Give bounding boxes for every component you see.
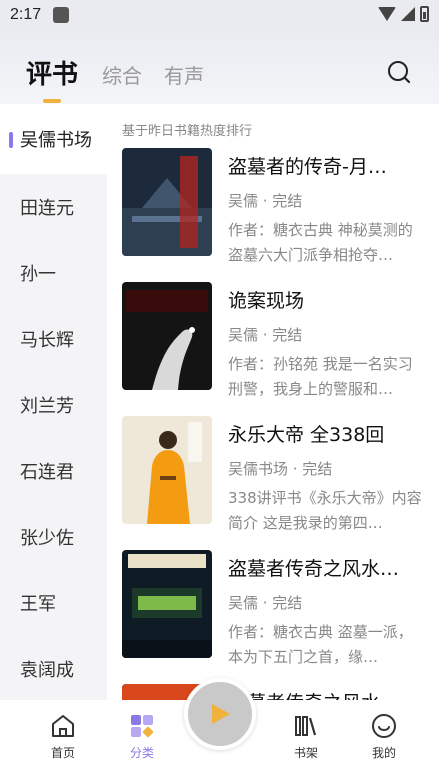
- book-description: 作者：糖衣古典 盗墓一派，本为下五门之首，缘…: [228, 623, 413, 666]
- sidebar-item-label: 王军: [20, 594, 56, 615]
- book-meta: 吴儒 · 完结: [228, 192, 303, 210]
- nav-label: 书架: [293, 746, 318, 760]
- sidebar-item-ma-changhui[interactable]: 马长辉: [0, 306, 107, 372]
- sidebar-item-label: 刘兰芳: [20, 396, 74, 417]
- search-icon: [388, 61, 411, 84]
- status-bar: 2:17: [0, 0, 439, 30]
- book-list-panel: 基于昨日书籍热度排行 盗墓者的传奇-月… 吴儒 · 完结 作者：糖衣古典 神秘莫…: [107, 104, 439, 700]
- play-button[interactable]: [184, 678, 256, 750]
- category-tabs: 评书 综合 有声: [26, 54, 226, 103]
- sidebar-item-label: 吴儒书场: [20, 130, 92, 151]
- category-icon: [131, 715, 154, 738]
- sidebar-item-label: 马长辉: [20, 330, 74, 351]
- book-cover: [122, 282, 212, 390]
- tab-yousheng[interactable]: 有声: [164, 60, 204, 89]
- search-button[interactable]: [387, 60, 411, 84]
- book-cover: [122, 550, 212, 658]
- book-cover: [122, 148, 212, 256]
- signal-icon: [401, 7, 415, 21]
- book-title: 盗墓者传奇之风水: [228, 688, 428, 700]
- bookshelf-icon: [295, 716, 317, 736]
- book-item[interactable]: 盗墓者传奇之风水: [122, 684, 432, 700]
- nav-category[interactable]: 分类: [112, 712, 172, 761]
- home-icon: [52, 715, 74, 737]
- sidebar-item-wang-jun[interactable]: 王军: [0, 570, 107, 636]
- nav-label: 分类: [129, 746, 154, 760]
- notification-app-icon: [53, 7, 70, 23]
- book-cover: [122, 416, 212, 524]
- nav-label: 我的: [371, 746, 396, 760]
- nav-home[interactable]: 首页: [33, 712, 93, 761]
- book-item[interactable]: 诡案现场 吴儒 · 完结 作者：孙铭苑 我是一名实习刑警，我身上的警服和…: [122, 282, 432, 398]
- sidebar-item-label: 石连君: [20, 462, 74, 483]
- book-item[interactable]: 盗墓者的传奇-月… 吴儒 · 完结 作者：糖衣古典 神秘莫测的盗墓六大门派争相抢…: [122, 148, 432, 264]
- book-item[interactable]: 永乐大帝 全338回 吴儒书场 · 完结 338讲评书《永乐大帝》内容简介 这是…: [122, 416, 432, 532]
- nav-bookshelf[interactable]: 书架: [276, 712, 336, 761]
- book-title: 盗墓者传奇之风水…: [228, 558, 400, 580]
- sidebar-item-yuan-kuocheng[interactable]: 袁阔成: [0, 636, 107, 700]
- nav-label: 首页: [50, 746, 75, 760]
- book-title: 盗墓者的传奇-月…: [228, 156, 387, 178]
- book-description: 338讲评书《永乐大帝》内容简介 这是我录的第四…: [228, 489, 422, 532]
- book-meta: 吴儒书场 · 完结: [228, 460, 333, 478]
- smile-icon: [372, 714, 396, 738]
- book-title: 永乐大帝 全338回: [228, 424, 385, 446]
- book-meta: 吴儒 · 完结: [228, 326, 303, 344]
- status-icons: [378, 6, 429, 22]
- sidebar-item-shi-lianjun[interactable]: 石连君: [0, 438, 107, 504]
- sidebar-item-label: 孙一: [20, 264, 56, 285]
- tab-zonghe[interactable]: 综合: [102, 60, 142, 89]
- book-description: 作者：糖衣古典 神秘莫测的盗墓六大门派争相抢夺…: [228, 221, 413, 264]
- play-icon: [212, 704, 230, 724]
- sidebar-item-liu-lanfang[interactable]: 刘兰芳: [0, 372, 107, 438]
- sidebar-item-zhang-shaozuo[interactable]: 张少佐: [0, 504, 107, 570]
- tab-pingshu[interactable]: 评书: [26, 54, 78, 103]
- nav-profile[interactable]: 我的: [354, 712, 414, 761]
- battery-icon: [420, 6, 429, 22]
- sidebar-item-label: 张少佐: [20, 528, 74, 549]
- wifi-icon: [378, 7, 396, 21]
- book-meta: 吴儒 · 完结: [228, 594, 303, 612]
- sidebar-item-sun-yi[interactable]: 孙一: [0, 240, 107, 306]
- sidebar-item-label: 袁阔成: [20, 660, 74, 681]
- sidebar-item-tian-lianyuan[interactable]: 田连元: [0, 174, 107, 240]
- book-title: 诡案现场: [228, 290, 305, 312]
- status-time: 2:17: [10, 6, 42, 23]
- sidebar-item-label: 田连元: [20, 198, 74, 219]
- sidebar-item-wuru-shuchang[interactable]: 吴儒书场: [0, 104, 107, 174]
- top-header: 评书 综合 有声: [0, 30, 439, 104]
- narrator-sidebar: 吴儒书场 田连元 孙一 马长辉 刘兰芳 石连君 张少佐 王军 袁阔成: [0, 104, 107, 700]
- book-item[interactable]: 盗墓者传奇之风水… 吴儒 · 完结 作者：糖衣古典 盗墓一派，本为下五门之首，缘…: [122, 550, 432, 666]
- ranking-caption: 基于昨日书籍热度排行: [122, 124, 253, 139]
- book-description: 作者：孙铭苑 我是一名实习刑警，我身上的警服和…: [228, 355, 413, 398]
